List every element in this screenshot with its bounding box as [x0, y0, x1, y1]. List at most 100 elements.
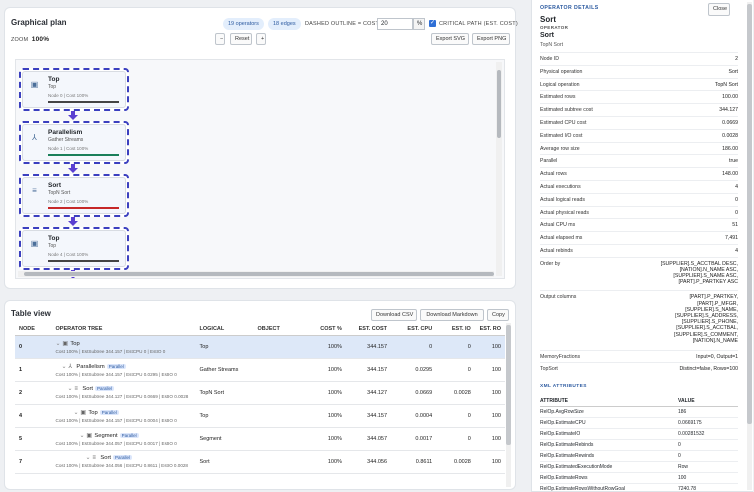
- plan-node-subtitle: TopN Sort: [48, 190, 71, 196]
- details-kind-label: OPERATOR: [540, 25, 569, 30]
- plan-horizontal-scrollbar[interactable]: [18, 271, 494, 277]
- plan-node-meta: Node 1 | Cost 100%: [48, 146, 89, 151]
- cost-cell: 100%: [302, 381, 346, 405]
- plan-node-2[interactable]: ≡ Sort TopN Sort Node 2 | Cost 100%: [19, 174, 129, 217]
- logical-cell: Segment: [195, 427, 254, 451]
- operator-tree-cell: ⌄ ⅄ Parallelism Parallel Cost 100% | EstSubt…: [51, 358, 196, 382]
- download-markdown-button[interactable]: Download Markdown: [420, 309, 484, 321]
- close-button[interactable]: Close: [708, 3, 730, 16]
- property-value: true: [729, 158, 738, 165]
- est-io-cell: 0.0028: [436, 381, 475, 405]
- property-value: [SUPPLIER].S_ACCTBAL DESC, [NATION].N_NA…: [660, 260, 738, 286]
- critical-path-checkbox[interactable]: ✓: [429, 20, 436, 27]
- node-id-cell: 5: [15, 427, 52, 451]
- plan-canvas[interactable]: ▣ Top Top Node 0 | Cost 100% ⅄ Parallelism Gat…: [15, 59, 505, 279]
- chevron-down-icon[interactable]: ⌄: [56, 341, 61, 347]
- chevron-down-icon[interactable]: ⌄: [86, 455, 91, 461]
- chevron-down-icon[interactable]: ⌄: [74, 410, 79, 416]
- parallel-badge: Parallel: [119, 432, 139, 438]
- plan-title: Graphical plan: [11, 18, 67, 27]
- percent-suffix: %: [413, 18, 425, 30]
- parallel-badge: Parallel: [113, 455, 133, 460]
- plan-vertical-scrollbar[interactable]: [496, 62, 502, 276]
- est-io-cell: 0: [436, 335, 475, 359]
- column-header[interactable]: EST. IO: [436, 324, 475, 336]
- plan-node-name: Top: [48, 76, 60, 83]
- table-row[interactable]: 1 ⌄ ⅄ Parallelism Parallel Cost 100% | EstSub…: [15, 358, 505, 382]
- property-key: Actual elapsed ms: [540, 235, 583, 242]
- dashed-outline-label: DASHED OUTLINE = COST: [305, 21, 380, 27]
- cost-threshold-input[interactable]: 20: [377, 18, 413, 30]
- node-id-cell: 2: [15, 381, 52, 405]
- cost-cell: 100%: [302, 450, 346, 474]
- zoom-value: 100%: [31, 36, 50, 43]
- plan-node-0[interactable]: ▣ Top Top Node 0 | Cost 100%: [19, 68, 129, 111]
- operator-name: Top: [88, 409, 98, 416]
- operators-count-pill: 19 operators: [223, 18, 264, 30]
- export-svg-button[interactable]: Export SVG: [431, 33, 469, 45]
- column-header[interactable]: EST. CPU: [391, 324, 437, 336]
- property-value: TopN Sort: [714, 81, 738, 88]
- details-vertical-scrollbar[interactable]: [747, 2, 752, 490]
- parallel-badge: Parallel: [106, 363, 126, 369]
- property-row: Actual executions 4: [540, 180, 738, 193]
- property-row: Estimated rows 100.00: [540, 90, 738, 103]
- node-id-cell: 0: [15, 335, 52, 359]
- table-row[interactable]: 2 ⌄ ≡ Sort Parallel Cost 100% | EstSubtree 34…: [15, 381, 505, 405]
- plan-node-subtitle: Top: [48, 243, 57, 249]
- property-row: Node ID 2: [540, 52, 738, 65]
- table-row[interactable]: 5 ⌄ ▣ Segment Parallel Cost 100% | EstSubtree…: [15, 427, 505, 451]
- parallel-badge: Parallel: [99, 409, 119, 415]
- xml-attribute-name: RelOp.AvgRowSize: [540, 406, 678, 418]
- property-value: 7,491: [725, 235, 738, 242]
- details-op-sub: TopN Sort: [540, 42, 564, 48]
- property-key: Estimated I/O cost: [540, 132, 583, 139]
- chevron-down-icon[interactable]: ⌄: [80, 433, 85, 439]
- property-key: Output columns: [540, 294, 577, 301]
- copy-button[interactable]: Copy: [487, 309, 509, 321]
- property-row: Actual elapsed ms 7,491: [540, 231, 738, 244]
- plan-node-3[interactable]: ▣ Top Top Node 4 | Cost 100%: [19, 227, 129, 270]
- table-row[interactable]: 4 ⌄ ▣ Top Parallel Cost 100% | EstSubtree 344…: [15, 404, 505, 428]
- property-row: Actual logical reads 0: [540, 192, 738, 206]
- column-header[interactable]: EST. COST: [345, 324, 392, 336]
- operator-name: Sort: [100, 455, 112, 461]
- property-value: 148.00: [722, 171, 738, 178]
- table-vertical-scrollbar[interactable]: [506, 323, 511, 487]
- export-png-button[interactable]: Export PNG: [472, 33, 510, 45]
- property-key: Logical operation: [540, 81, 580, 88]
- xml-attribute-name: RelOp.EstimateRows: [540, 472, 678, 484]
- column-header[interactable]: COST %: [302, 324, 346, 336]
- chevron-down-icon[interactable]: ⌄: [68, 386, 73, 392]
- download-csv-button[interactable]: Download CSV: [371, 309, 417, 321]
- xml-attribute-row: RelOp.EstimateRowsWithoutRowGoal 7240.78: [540, 483, 738, 491]
- operator-icon: ⅄: [32, 133, 37, 142]
- property-key: Order by: [540, 260, 561, 267]
- zoom-out-button[interactable]: −: [215, 33, 225, 45]
- est-ro-cell: 100: [474, 381, 505, 405]
- operator-details-header: OPERATOR DETAILS: [540, 5, 599, 11]
- est-ro-cell: 100: [474, 404, 505, 428]
- est-cpu-cell: 0.0004: [391, 404, 437, 428]
- chevron-down-icon[interactable]: ⌄: [62, 364, 67, 370]
- property-row: Estimated subtree cost 344.127: [540, 103, 738, 116]
- table-view-title: Table view: [11, 309, 51, 318]
- column-header[interactable]: EST. RO: [474, 324, 505, 336]
- operator-detail: Cost 100% | EstSubtree 344.157 | EstCPU …: [55, 371, 177, 377]
- xml-attribute-value: 186: [678, 406, 738, 418]
- table-row[interactable]: 7 ⌄ ≡ Sort Parallel Cost 100% | EstSubtree 34…: [15, 450, 505, 474]
- object-cell: [253, 358, 303, 382]
- reset-zoom-button[interactable]: Reset: [230, 33, 252, 45]
- est-cost-cell: 344.157: [345, 335, 392, 359]
- plan-node-1[interactable]: ⅄ Parallelism Gather Streams Node 1 | Cost …: [19, 121, 129, 164]
- column-header[interactable]: NODE: [15, 324, 52, 336]
- column-header[interactable]: OBJECT: [253, 324, 303, 336]
- plan-node-cost-bar: [48, 101, 119, 103]
- column-header[interactable]: OPERATOR TREE: [51, 324, 196, 336]
- column-header[interactable]: LOGICAL: [195, 324, 254, 336]
- object-cell: [253, 427, 303, 451]
- xml-attribute-value: 7240.78: [678, 483, 738, 491]
- table-row[interactable]: 0 ⌄ ▣ Top Cost 100% | EstSubtree 344.157 | E…: [15, 335, 505, 359]
- property-key: Parallel: [540, 158, 558, 165]
- zoom-in-button[interactable]: +: [256, 33, 266, 45]
